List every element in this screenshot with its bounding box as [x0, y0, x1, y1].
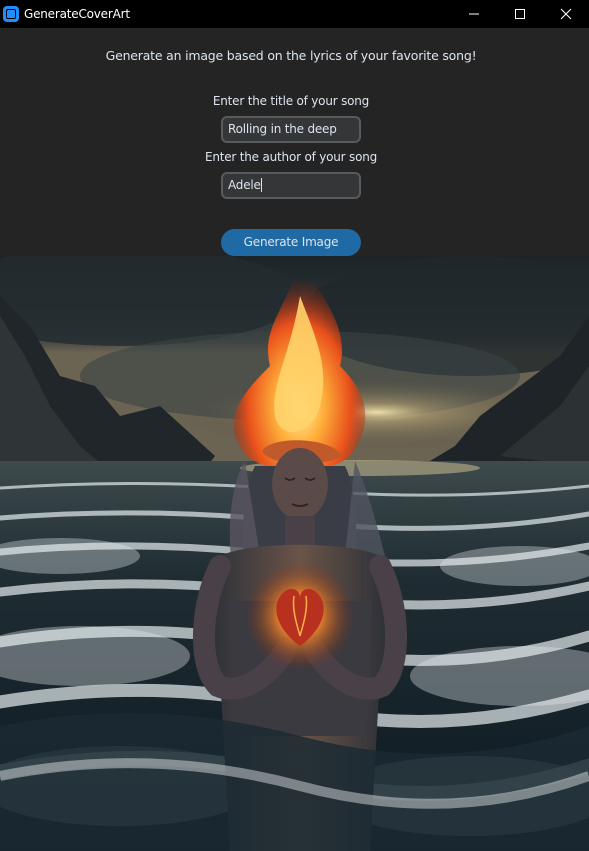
minimize-icon	[469, 13, 479, 15]
title-bar[interactable]: GenerateCoverArt	[0, 0, 589, 28]
close-button[interactable]	[543, 0, 589, 28]
song-title-label: Enter the title of your song	[212, 94, 370, 108]
text-caret	[260, 177, 262, 192]
cover-art-illustration	[0, 256, 589, 851]
app-icon	[3, 6, 19, 22]
generated-cover-image	[0, 256, 589, 851]
page-heading: Generate an image based on the lyrics of…	[105, 48, 477, 63]
song-title-value: Rolling in the deep	[228, 122, 337, 136]
close-icon	[560, 8, 572, 20]
song-author-label: Enter the author of your song	[204, 150, 378, 164]
minimize-button[interactable]	[451, 0, 497, 28]
maximize-icon	[515, 9, 525, 19]
generate-image-button[interactable]: Generate Image	[221, 229, 361, 256]
song-title-input[interactable]: Rolling in the deep	[221, 116, 361, 143]
window-title: GenerateCoverArt	[24, 7, 130, 21]
song-author-input[interactable]: Adele	[221, 172, 361, 199]
song-author-value: Adele	[228, 178, 261, 192]
maximize-button[interactable]	[497, 0, 543, 28]
form-panel: Generate an image based on the lyrics of…	[0, 28, 589, 256]
app-window: GenerateCoverArt Generate an image based…	[0, 0, 589, 851]
